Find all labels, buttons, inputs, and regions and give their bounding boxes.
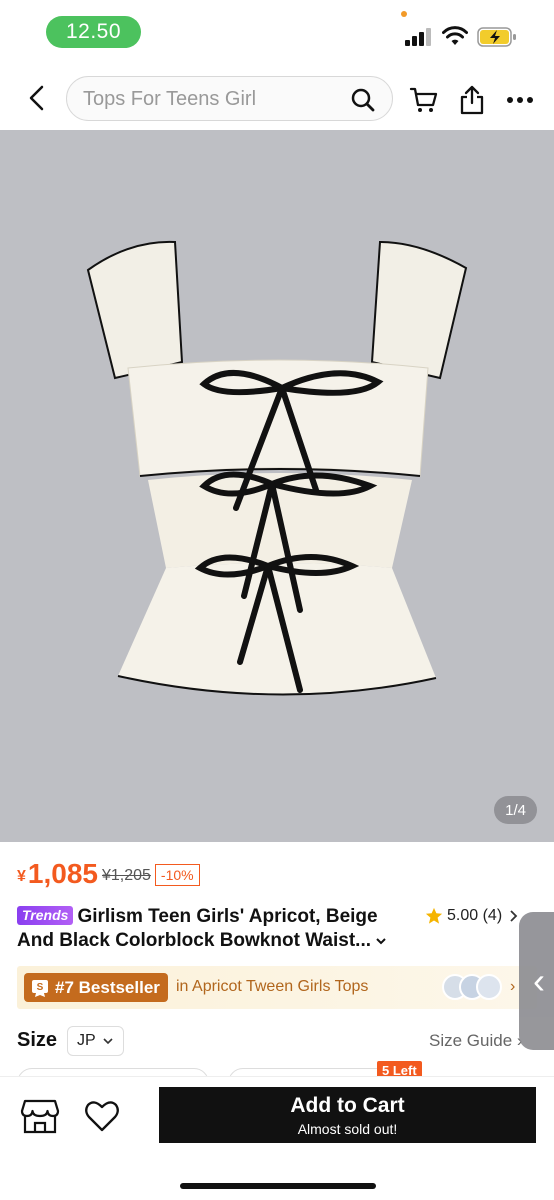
product-title[interactable]: Trends Girlism Teen Girls' Apricot, Beige… bbox=[17, 905, 417, 953]
back-button[interactable] bbox=[22, 80, 52, 116]
share-button[interactable] bbox=[456, 84, 488, 116]
original-price: ¥1,205 bbox=[101, 867, 151, 884]
cart-icon bbox=[409, 87, 438, 112]
bestseller-rank-text: #7 Bestseller bbox=[55, 977, 160, 997]
side-collapse-tab[interactable]: ‹ bbox=[519, 912, 554, 1050]
chevron-left-icon: ‹ bbox=[533, 960, 545, 1001]
star-icon bbox=[425, 907, 443, 924]
signal-icon bbox=[405, 28, 435, 46]
title-line-1: Girlism Teen Girls' Apricot, Beige bbox=[77, 906, 378, 927]
more-button[interactable] bbox=[504, 84, 536, 116]
trends-badge: Trends bbox=[17, 906, 74, 925]
size-guide-text: Size Guide bbox=[429, 1031, 513, 1050]
top-illustration bbox=[86, 240, 468, 696]
add-to-cart-button[interactable]: Add to Cart Almost sold out! bbox=[159, 1087, 536, 1143]
rating-count: (4) bbox=[482, 907, 503, 924]
chevron-right-icon bbox=[510, 910, 518, 922]
related-avatars bbox=[442, 974, 504, 1001]
size-region-value: JP bbox=[77, 1032, 96, 1049]
size-region-select[interactable]: JP bbox=[67, 1026, 124, 1056]
home-indicator bbox=[180, 1183, 376, 1189]
size-guide-link[interactable]: Size Guide › bbox=[429, 1031, 523, 1051]
rating[interactable]: 5.00 (4) bbox=[425, 907, 519, 925]
status-bar: 12.50 bbox=[0, 0, 554, 62]
search-bar[interactable] bbox=[66, 76, 393, 121]
bestseller-banner[interactable]: S #7 Bestseller in Apricot Tween Girls T… bbox=[17, 966, 537, 1009]
search-icon[interactable] bbox=[350, 87, 376, 113]
currency-symbol: ¥ bbox=[17, 868, 26, 885]
svg-text:S: S bbox=[37, 982, 44, 993]
bestseller-rank: S #7 Bestseller bbox=[24, 973, 168, 1002]
more-icon bbox=[507, 97, 533, 103]
discount-badge: -10% bbox=[154, 864, 200, 886]
rating-value: 5.00 bbox=[447, 907, 479, 924]
heart-icon[interactable] bbox=[84, 1099, 120, 1133]
image-counter: 1/4 bbox=[494, 796, 537, 824]
battery-icon bbox=[477, 27, 516, 47]
store-icon[interactable] bbox=[20, 1097, 60, 1135]
search-header bbox=[0, 62, 554, 130]
bestseller-chevron-icon: › bbox=[510, 978, 516, 995]
bottom-action-bar: Add to Cart Almost sold out! bbox=[0, 1076, 554, 1200]
stock-note: Almost sold out! bbox=[297, 1120, 398, 1137]
current-price: 1,085 bbox=[27, 858, 98, 889]
product-page: 12.50 Tops For Teens Girl 1/4 ¥ 1,085 ¥1… bbox=[0, 0, 554, 1200]
cart-button[interactable] bbox=[408, 84, 440, 116]
expand-chevron-icon[interactable] bbox=[375, 936, 387, 946]
recording-dot bbox=[401, 11, 407, 17]
size-label: Size bbox=[17, 1029, 58, 1051]
search-input[interactable] bbox=[83, 87, 333, 111]
price-row: ¥ 1,085 ¥1,205 -10% bbox=[17, 854, 200, 894]
bestseller-category: in Apricot Tween Girls Tops bbox=[176, 978, 369, 995]
add-to-cart-label: Add to Cart bbox=[290, 1093, 405, 1117]
back-chevron-icon bbox=[29, 85, 44, 111]
product-image[interactable]: 1/4 bbox=[0, 130, 554, 842]
medal-icon: S bbox=[32, 979, 48, 997]
title-line-2: And Black Colorblock Bowknot Waist... bbox=[17, 930, 371, 951]
chevron-down-icon bbox=[103, 1038, 113, 1045]
time-pill: 12.50 bbox=[46, 16, 141, 48]
wifi-icon bbox=[442, 26, 468, 45]
share-icon bbox=[460, 85, 484, 115]
